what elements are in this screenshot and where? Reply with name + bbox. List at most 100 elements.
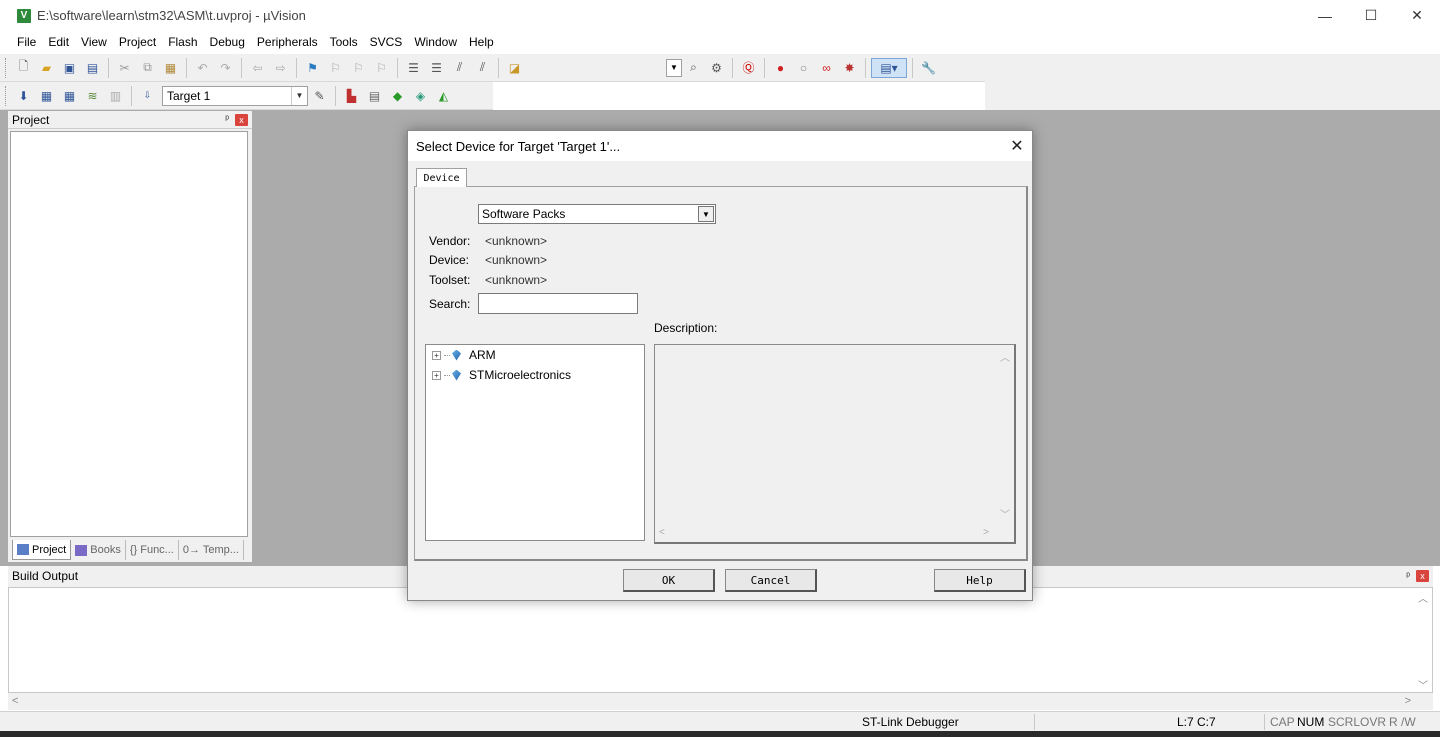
scroll-up-icon[interactable]: ︿ [1418,590,1428,605]
scroll-down-icon[interactable]: ﹀ [1418,677,1428,692]
download-load-icon[interactable]: ⇩ [137,86,158,106]
build-output-text[interactable]: ︿ ﹀ [8,587,1433,693]
device-source-select[interactable]: Software Packs ▼ [478,204,716,224]
tab-templates[interactable]: 0→ Temp... [179,540,244,560]
pack-installer-icon[interactable]: ◭ [433,86,454,106]
save-all-icon[interactable]: ▤ [82,58,103,78]
vertical-scrollbar[interactable]: ︿ ﹀ [1418,588,1428,694]
save-icon[interactable]: ▣ [59,58,80,78]
ok-button[interactable]: OK [623,569,715,592]
cut-icon[interactable]: ✂ [114,58,135,78]
device-tree[interactable]: + ARM + STMicroelectronics [425,344,645,541]
close-icon[interactable]: x [235,113,248,126]
status-bar: ST-Link Debugger L:7 C:7 CAP NUM SCRL OV… [0,711,1440,731]
scroll-left-icon[interactable]: < [12,695,18,707]
search-input[interactable] [478,293,638,314]
stop-build-icon[interactable]: ▥ [105,86,126,106]
rebuild-icon[interactable]: ▦ [59,86,80,106]
taskbar-edge [0,731,1440,737]
breakpoint-disable-all-icon[interactable]: ∞ [816,58,837,78]
build-icon[interactable]: ▦ [36,86,57,106]
horizontal-scrollbar[interactable]: < > [8,693,1433,709]
project-tree[interactable] [10,131,248,537]
breakpoint-kill-all-icon[interactable]: ✸ [839,58,860,78]
chevron-down-icon[interactable]: ▼ [698,206,714,222]
pin-icon[interactable]: ᵖ [1406,571,1410,582]
close-icon[interactable]: x [1416,570,1429,582]
menu-debug[interactable]: Debug [204,35,251,49]
file-extensions-icon[interactable]: ▙ [341,86,362,106]
paste-icon[interactable]: ▦ [160,58,181,78]
batch-build-icon[interactable]: ≋ [82,86,103,106]
chevron-down-icon[interactable]: ▼ [291,86,307,105]
scroll-right-icon[interactable]: > [983,527,989,538]
help-button[interactable]: Help [934,569,1026,592]
open-folder-icon[interactable]: ▰ [36,58,57,78]
menu-project[interactable]: Project [113,35,162,49]
dialog-close-icon[interactable]: ✕ [1002,131,1032,161]
uncomment-icon[interactable]: ⫽ [472,58,493,78]
next-bookmark-icon[interactable]: ⚐ [348,58,369,78]
expand-icon[interactable]: + [432,350,441,360]
prev-bookmark-icon[interactable]: ⚐ [325,58,346,78]
toolbar-grip[interactable] [5,85,9,106]
cancel-button[interactable]: Cancel [725,569,817,592]
tree-node-arm[interactable]: + ARM [432,348,496,362]
target-options-icon[interactable]: ✎ [309,86,330,106]
menu-window[interactable]: Window [408,35,463,49]
menu-flash[interactable]: Flash [162,35,203,49]
indent-icon[interactable]: ☰ [403,58,424,78]
scroll-down-icon[interactable]: ﹀ [1000,506,1010,521]
scroll-up-icon[interactable]: ︿ [1000,349,1010,364]
menu-svcs[interactable]: SVCS [364,35,409,49]
incremental-find-icon[interactable]: ⚙ [706,58,727,78]
select-packs-icon[interactable]: ◈ [410,86,431,106]
copy-icon[interactable]: ⧉ [137,58,158,78]
menu-edit[interactable]: Edit [42,35,75,49]
tab-functions[interactable]: {} Func... [126,540,179,560]
toolbar-grip[interactable] [5,57,9,78]
tab-device[interactable]: Device [416,168,467,187]
maximize-button[interactable]: ☐ [1348,0,1394,31]
navigate-back-icon[interactable]: ⇦ [247,58,268,78]
debug-session-icon[interactable]: Ⓠ [738,58,759,78]
target-select[interactable]: Target 1 ▼ [162,85,308,106]
horizontal-scrollbar[interactable]: < > [659,527,989,538]
menu-view[interactable]: View [75,35,113,49]
configure-wrench-icon[interactable]: 🔧 [918,58,939,78]
menu-peripherals[interactable]: Peripherals [251,35,324,49]
menu-file[interactable]: File [11,35,42,49]
bookmark-icon[interactable]: ⚑ [302,58,323,78]
translate-icon[interactable]: ⬇ [13,86,34,106]
find-icon[interactable]: ⌕ [683,58,704,78]
description-box[interactable]: ︿ ﹀ < > [654,344,1016,544]
breakpoint-enable-icon[interactable]: ○ [793,58,814,78]
scroll-right-icon[interactable]: > [1405,695,1411,707]
pin-icon[interactable]: ᵖ [225,114,229,125]
toolbar-separator [498,57,499,78]
tree-node-stmicroelectronics[interactable]: + STMicroelectronics [432,368,571,382]
scroll-left-icon[interactable]: < [659,527,665,538]
new-file-icon[interactable]: 🗋 [13,58,34,78]
menu-help[interactable]: Help [463,35,500,49]
manage-components-icon[interactable]: ▤ [364,86,385,106]
menu-tools[interactable]: Tools [324,35,364,49]
unindent-icon[interactable]: ☰ [426,58,447,78]
close-window-button[interactable]: ✕ [1394,0,1440,31]
minimize-button[interactable]: — [1302,0,1348,31]
expand-icon[interactable]: + [432,370,441,380]
project-panel-tabs: Project Books {} Func... 0→ Temp... [12,539,244,561]
find-combo[interactable]: ▼ [666,58,682,77]
run-time-environment-icon[interactable]: ◆ [387,86,408,106]
redo-icon[interactable]: ↷ [215,58,236,78]
navigate-forward-icon[interactable]: ⇨ [270,58,291,78]
breakpoint-insert-icon[interactable]: ● [770,58,791,78]
clear-bookmarks-icon[interactable]: ⚐ [371,58,392,78]
window-layout-icon[interactable]: ▤▾ [871,57,907,78]
undo-icon[interactable]: ↶ [192,58,213,78]
vertical-scrollbar[interactable]: ︿ ﹀ [1000,349,1010,521]
tab-books[interactable]: Books [71,540,126,560]
comment-icon[interactable]: ⫽ [449,58,470,78]
find-in-files-icon[interactable]: ◪ [504,58,525,78]
tab-project[interactable]: Project [12,540,72,560]
